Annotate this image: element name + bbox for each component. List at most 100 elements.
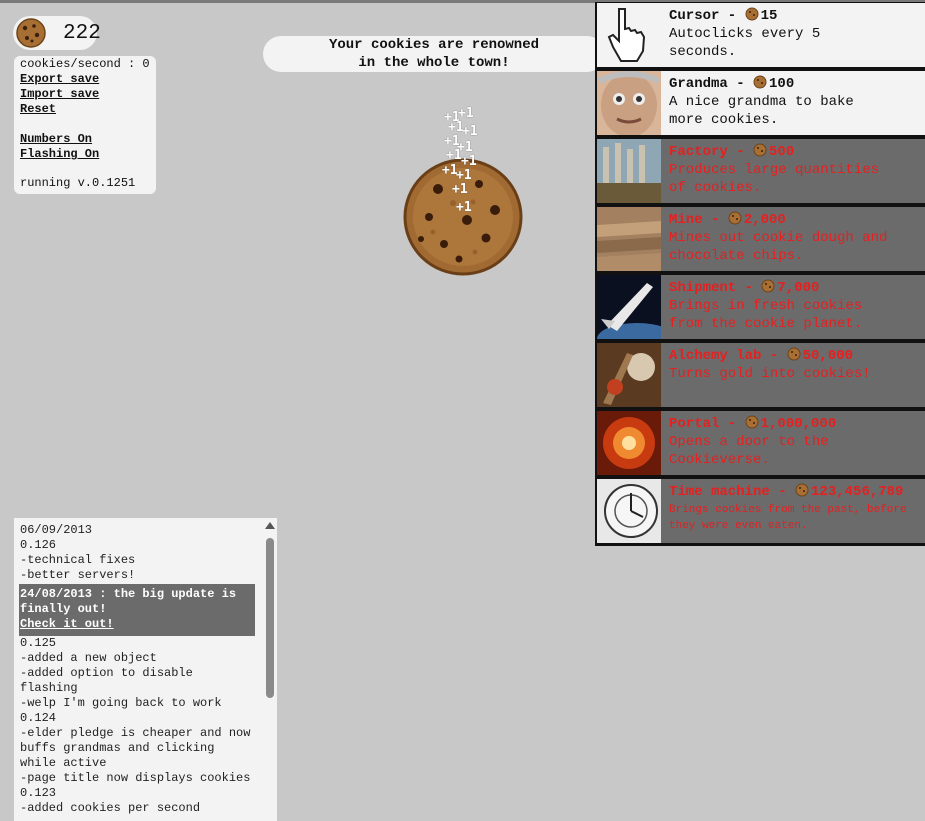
changelog-line: -page title now displays cookies bbox=[20, 771, 251, 785]
changelog-line: 0.124 bbox=[20, 711, 57, 725]
item-name: Alchemy lab - bbox=[669, 348, 787, 364]
store-item-portal[interactable]: Portal - 1,000,000 Opens a door to the Co… bbox=[597, 411, 925, 475]
store-item-factory[interactable]: Factory - 500 Produces large quantities o… bbox=[597, 139, 925, 203]
factory-icon bbox=[597, 139, 661, 203]
item-price: 123,456,789 bbox=[811, 484, 904, 500]
item-price: 500 bbox=[769, 144, 795, 160]
item-description: Mines out cookie dough and bbox=[669, 230, 888, 246]
item-description: Turns gold into cookies! bbox=[669, 366, 871, 382]
item-price: 7,000 bbox=[777, 280, 820, 296]
cookies-per-second: cookies/second : 0 bbox=[20, 57, 150, 71]
item-name: Shipment - bbox=[669, 280, 762, 296]
store-item-grandma[interactable]: Grandma - 100 A nice grandma to bake more… bbox=[597, 71, 925, 135]
changelog-line: 0.125 bbox=[20, 636, 57, 650]
item-price: 15 bbox=[760, 8, 778, 24]
item-name: Grandma - bbox=[669, 76, 754, 92]
store-item-time-machine[interactable]: Time machine - 123,456,789 Brings cookie… bbox=[597, 479, 925, 543]
changelog-line: 0.123 bbox=[20, 786, 57, 800]
click-popup: +1 bbox=[458, 106, 474, 121]
click-popup: +1 bbox=[462, 124, 478, 139]
item-description: from the cookie planet. bbox=[669, 316, 863, 332]
item-description: Brings cookies from the past, before bbox=[669, 504, 907, 516]
cursor-hand-icon bbox=[597, 3, 661, 67]
item-description: Opens a door to the bbox=[669, 434, 829, 450]
item-price: 2,000 bbox=[743, 212, 786, 228]
store-item-mine[interactable]: Mine - 2,000 Mines out cookie dough and c… bbox=[597, 207, 925, 271]
item-name: Portal - bbox=[669, 416, 745, 432]
store-item-cursor[interactable]: Cursor - 15 Autoclicks every 5 seconds. bbox=[597, 3, 925, 67]
mine-icon bbox=[597, 207, 661, 271]
click-popup: +1 bbox=[456, 168, 472, 183]
cookie-icon bbox=[745, 415, 759, 429]
cookie-icon bbox=[787, 347, 801, 361]
changelog-line: flashing bbox=[20, 681, 78, 695]
announcement-text: 24/08/2013 : the big update is bbox=[20, 587, 237, 601]
store-item-shipment[interactable]: Shipment - 7,000 Brings in fresh cookies… bbox=[597, 275, 925, 339]
item-name: Cursor - bbox=[669, 8, 745, 24]
changelog-line: -technical fixes bbox=[20, 553, 136, 567]
scroll-up-arrow-icon[interactable] bbox=[265, 522, 275, 529]
announcement-text: finally out! bbox=[20, 602, 107, 616]
changelog-scrollbar[interactable] bbox=[263, 518, 277, 821]
item-description: chocolate chips. bbox=[669, 248, 804, 264]
item-name: Factory - bbox=[669, 144, 754, 160]
changelog-line: -added option to disable bbox=[20, 666, 193, 680]
news-ticker: Your cookies are renowned in the whole t… bbox=[263, 36, 605, 72]
changelog-line: -added a new object bbox=[20, 651, 157, 665]
cookie-count: 222 bbox=[63, 22, 101, 45]
alchemy-icon bbox=[597, 343, 661, 407]
cookie-icon bbox=[795, 483, 809, 497]
version-label: running v.0.1251 bbox=[20, 176, 136, 190]
grandma-icon bbox=[597, 71, 661, 135]
changelog-line: 06/09/2013 bbox=[20, 523, 93, 537]
store-panel: Cursor - 15 Autoclicks every 5 seconds. G… bbox=[595, 2, 925, 546]
item-description: Produces large quantities bbox=[669, 162, 880, 178]
item-description: they were even eaten. bbox=[669, 520, 808, 532]
changelog-line: buffs grandmas and clicking bbox=[20, 741, 215, 755]
changelog-line: 0.126 bbox=[20, 538, 57, 552]
click-popup: +1 bbox=[446, 148, 462, 163]
item-description: Cookieverse. bbox=[669, 452, 770, 468]
cookie-icon bbox=[745, 7, 759, 21]
shuttle-icon bbox=[597, 275, 661, 339]
numbers-toggle[interactable]: Numbers On bbox=[20, 132, 92, 146]
export-save-link[interactable]: Export save bbox=[20, 72, 99, 86]
item-description: A nice grandma to bake bbox=[669, 94, 854, 110]
news-line-1: Your cookies are renowned bbox=[328, 37, 540, 53]
click-popup: +1 bbox=[456, 200, 472, 215]
reset-link[interactable]: Reset bbox=[20, 102, 56, 116]
clock-icon bbox=[597, 479, 661, 543]
item-price: 100 bbox=[769, 76, 795, 92]
item-description: more cookies. bbox=[669, 112, 779, 128]
cookie-icon bbox=[753, 75, 767, 89]
portal-icon bbox=[597, 411, 661, 475]
item-description: Autoclicks every 5 bbox=[669, 26, 821, 42]
check-it-out-link[interactable]: Check it out! bbox=[20, 617, 114, 631]
item-description: seconds. bbox=[669, 44, 737, 60]
cookie-icon bbox=[761, 279, 775, 293]
item-name: Mine - bbox=[669, 212, 728, 228]
changelog-line: -elder pledge is cheaper and now bbox=[20, 726, 251, 740]
cookie-icon bbox=[753, 143, 767, 157]
cookie-icon bbox=[16, 18, 46, 48]
changelog-line: -better servers! bbox=[20, 568, 136, 582]
item-description: Brings in fresh cookies bbox=[669, 298, 863, 314]
store-item-alchemy-lab[interactable]: Alchemy lab - 50,000 Turns gold into coo… bbox=[597, 343, 925, 407]
click-popup: +1 bbox=[452, 182, 468, 197]
cookie-icon bbox=[728, 211, 742, 225]
click-popup: +1 bbox=[461, 154, 477, 169]
stats-panel: cookies/second : 0 Export save Import sa… bbox=[14, 56, 156, 194]
item-description: of cookies. bbox=[669, 180, 762, 196]
item-name: Time machine - bbox=[669, 484, 796, 500]
changelog-line: -welp I'm going back to work bbox=[20, 696, 222, 710]
changelog-line: while active bbox=[20, 756, 107, 770]
news-line-2: in the whole town! bbox=[358, 55, 510, 71]
item-price: 1,000,000 bbox=[760, 416, 837, 432]
import-save-link[interactable]: Import save bbox=[20, 87, 99, 101]
changelog-line: -added cookies per second bbox=[20, 801, 201, 815]
changelog-panel: 06/09/2013 0.126 -technical fixes -bette… bbox=[14, 518, 277, 821]
flashing-toggle[interactable]: Flashing On bbox=[20, 147, 99, 161]
cookie-counter: 222 bbox=[13, 16, 101, 50]
item-price: 50,000 bbox=[802, 348, 854, 364]
scrollbar-thumb[interactable] bbox=[266, 538, 274, 698]
